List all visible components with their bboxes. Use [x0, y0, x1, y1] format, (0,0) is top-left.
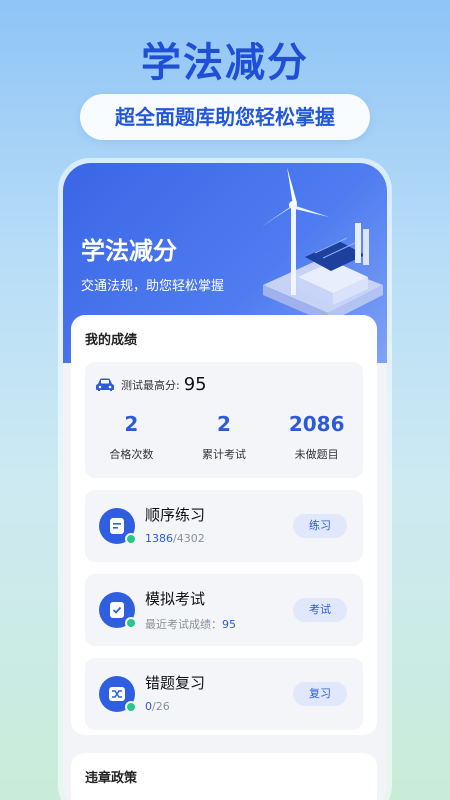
wind-solar-building-illustration	[261, 167, 383, 323]
badge-dot	[125, 701, 137, 713]
progress-done: 1386	[145, 532, 173, 545]
phone-frame: 学法减分 交通法规，助您轻松掌握 我的成绩 测试最高分: 95 2 合格次数 2…	[58, 158, 392, 800]
app-screen: 学法减分 交通法规，助您轻松掌握 我的成绩 测试最高分: 95 2 合格次数 2…	[63, 163, 387, 800]
stat-value: 2	[217, 412, 231, 436]
badge-dot	[125, 617, 137, 629]
car-icon	[96, 378, 114, 391]
document-icon	[99, 508, 137, 545]
recent-score-value: 95	[222, 618, 236, 631]
feature-title: 模拟考试	[145, 590, 206, 608]
violation-policy-panel[interactable]: 违章政策	[71, 753, 377, 800]
badge-dot	[125, 533, 137, 545]
review-button[interactable]: 复习	[293, 682, 347, 706]
feature-mock-exam[interactable]: 模拟考试 最近考试成绩：95 考试	[85, 574, 363, 646]
stats-row: 2 合格次数 2 累计考试 2086 未做题目	[85, 412, 363, 462]
policy-section-title: 违章政策	[85, 771, 138, 786]
scores-section-title: 我的成绩	[85, 333, 138, 348]
stat-total-exams: 2 累计考试	[178, 412, 271, 462]
stat-value: 2	[124, 412, 139, 436]
exam-check-icon	[99, 592, 137, 629]
progress-total: /26	[152, 700, 170, 713]
feature-sequential-practice[interactable]: 顺序练习 1386/4302 练习	[85, 490, 363, 562]
stat-label: 累计考试	[202, 448, 246, 461]
stat-pass-count: 2 合格次数	[85, 412, 178, 462]
progress-done: 0	[145, 700, 152, 713]
feature-title: 错题复习	[145, 674, 206, 692]
feature-progress: 1386/4302	[145, 532, 205, 545]
hero-subtitle-pill: 超全面题库助您轻松掌握	[80, 94, 370, 140]
scores-panel: 我的成绩 测试最高分: 95 2 合格次数 2 累计考试 2086 未做题目 顺…	[71, 315, 377, 735]
best-score-label: 测试最高分:	[121, 378, 180, 392]
feature-wrong-review[interactable]: 错题复习 0/26 复习	[85, 658, 363, 730]
exam-button[interactable]: 考试	[293, 598, 347, 622]
practice-button[interactable]: 练习	[293, 514, 347, 538]
feature-title: 顺序练习	[145, 506, 206, 524]
feature-progress: 0/26	[145, 700, 170, 713]
feature-recent-score: 最近考试成绩：95	[145, 616, 236, 632]
score-summary-card: 测试最高分: 95 2 合格次数 2 累计考试 2086 未做题目	[85, 362, 363, 478]
stat-label: 未做题目	[294, 448, 339, 461]
banner-title: 学法减分	[81, 237, 177, 265]
banner-subtitle: 交通法规，助您轻松掌握	[81, 279, 225, 294]
stat-label: 合格次数	[109, 448, 154, 461]
best-score-row: 测试最高分: 95	[95, 374, 207, 395]
hero-title: 学法减分	[141, 40, 309, 86]
best-score-value: 95	[183, 374, 207, 395]
stat-value: 2086	[288, 412, 345, 436]
shuffle-icon	[99, 676, 137, 713]
progress-total: /4302	[173, 532, 205, 545]
stat-undone-questions: 2086 未做题目	[270, 412, 363, 462]
recent-score-label: 最近考试成绩：	[145, 618, 222, 631]
